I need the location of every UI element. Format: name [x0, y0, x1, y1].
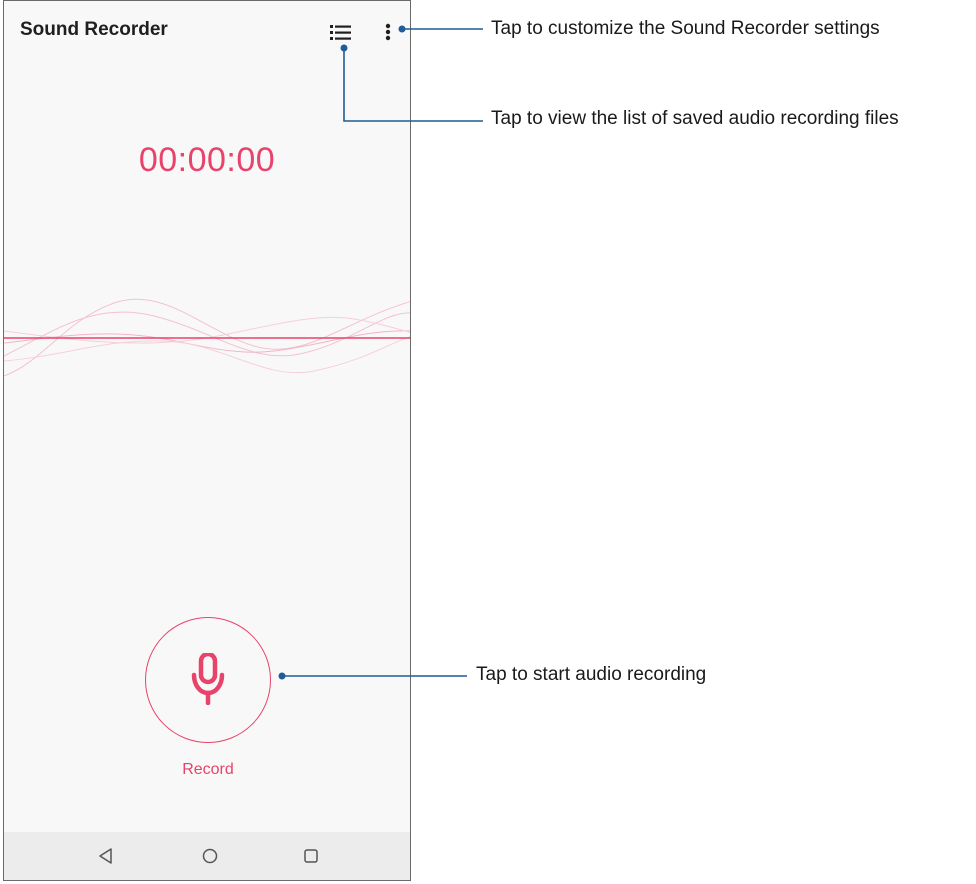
callout-settings-text: Tap to customize the Sound Recorder sett… — [491, 18, 880, 39]
callout-list-text: Tap to view the list of saved audio reco… — [491, 108, 899, 129]
callout-lines — [278, 25, 483, 680]
callout-record-text: Tap to start audio recording — [476, 664, 707, 685]
